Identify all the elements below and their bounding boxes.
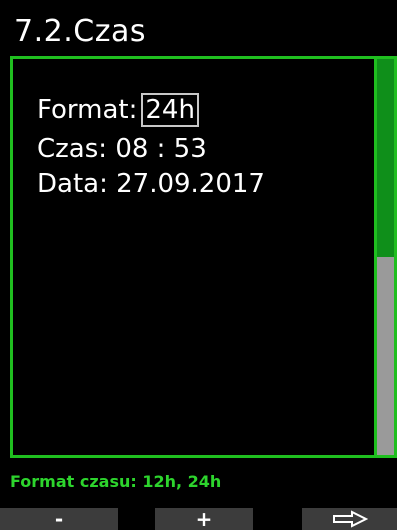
- minus-label: -: [54, 507, 64, 530]
- format-value[interactable]: 24h: [141, 93, 199, 127]
- date-row[interactable]: Data: 27.09.2017: [37, 169, 265, 199]
- next-button[interactable]: [302, 508, 397, 530]
- format-label: Format:: [37, 95, 138, 125]
- settings-panel: Format: 24h Czas: 08 : 53 Data: 27.09.201…: [10, 56, 397, 458]
- time-row[interactable]: Czas: 08 : 53: [37, 134, 207, 164]
- plus-label: +: [195, 507, 213, 530]
- page-title: 7.2.Czas: [14, 14, 146, 49]
- scrollbar[interactable]: [374, 59, 394, 455]
- date-value[interactable]: 27.09.2017: [116, 169, 265, 199]
- right-arrow-icon: [332, 510, 368, 528]
- scrollbar-thumb[interactable]: [377, 59, 394, 257]
- format-row[interactable]: Format: 24h: [37, 93, 199, 127]
- date-label: Data:: [37, 169, 108, 199]
- button-bar: - +: [0, 507, 397, 530]
- time-label: Czas:: [37, 134, 108, 164]
- time-value[interactable]: 08 : 53: [115, 134, 206, 164]
- plus-button[interactable]: +: [155, 507, 253, 530]
- minus-button[interactable]: -: [0, 507, 118, 530]
- hint-text: Format czasu: 12h, 24h: [10, 472, 222, 491]
